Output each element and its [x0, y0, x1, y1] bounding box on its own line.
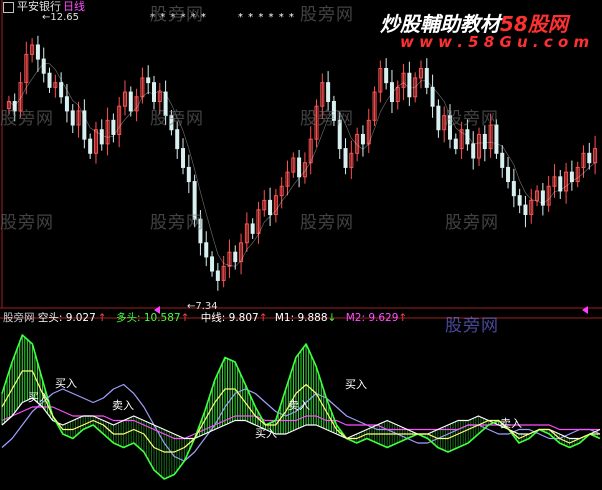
candle-body [517, 195, 522, 206]
candle-body [35, 44, 40, 60]
m2-arrow-icon: ↑ [398, 312, 408, 324]
candle-body [471, 143, 476, 159]
candle-body [268, 199, 273, 216]
stars-row-2: * * * * * * [238, 12, 295, 23]
m1-value: 9.888 [297, 312, 328, 324]
signal-buy-4: 买入 [345, 378, 367, 391]
candle-body [569, 171, 574, 183]
menu-icon[interactable] [3, 1, 14, 13]
candle-body [59, 82, 64, 98]
candle-body [175, 129, 180, 150]
watermark-5: 股旁网 [300, 109, 354, 129]
candle-body [384, 68, 389, 84]
candle-body [436, 105, 441, 131]
m1-label: M1: [274, 312, 295, 324]
signal-buy-3: 买入 [255, 427, 277, 440]
kong-value: 9.027 [65, 312, 96, 324]
candle-body [494, 124, 499, 154]
candle-body [146, 77, 151, 84]
watermark-7: 股旁网 [0, 213, 54, 233]
kong-arrow-icon: ↑ [97, 312, 107, 324]
signal-buy-1: 买入 [28, 391, 50, 404]
candle-body [128, 91, 133, 112]
duo-arrow-icon: ↑ [180, 312, 190, 324]
candle-body [360, 133, 365, 145]
candle-body [41, 58, 46, 74]
candle-body [64, 96, 69, 112]
candle-body [186, 166, 191, 183]
candle-body [511, 181, 516, 197]
watermark-4: 股旁网 [150, 109, 204, 129]
candle-body [482, 133, 487, 150]
m1-arrow-icon: ↓ [327, 312, 337, 324]
watermark-6: 股旁网 [445, 109, 499, 129]
candle-body [204, 242, 209, 258]
m2-value: 9.629 [368, 312, 399, 324]
candle-body [210, 256, 215, 272]
candle-body [587, 152, 592, 164]
candle-body [343, 148, 348, 168]
candle-body [99, 129, 104, 145]
candle-body [424, 68, 429, 88]
kong-label: 空头: [37, 312, 63, 324]
scroll-marker-right[interactable] [582, 306, 588, 314]
mid-value: 9.807 [228, 312, 259, 324]
candle-body [47, 72, 52, 88]
candle-body [326, 82, 331, 102]
candle-body [215, 270, 220, 281]
signal-buy-2: 买入 [55, 377, 77, 390]
candle-body [250, 223, 255, 234]
watermark-11: 股旁网 [445, 316, 499, 336]
moving-average-line [8, 62, 596, 267]
watermark-9: 股旁网 [300, 213, 354, 233]
mid-label: 中线: [200, 312, 226, 324]
signal-sell-2: 卖入 [288, 399, 310, 412]
candle-body [297, 157, 302, 178]
watermark-10: 股旁网 [445, 213, 499, 233]
candle-body [181, 148, 186, 168]
candle-body [152, 82, 156, 102]
m2-label: M2: [345, 312, 365, 324]
high-price-label: ←12.65 [42, 12, 80, 23]
candle-body [88, 138, 93, 154]
duo-label: 多头: [115, 312, 141, 324]
candle-body [233, 251, 238, 263]
candle-body [111, 119, 116, 135]
candle-body [70, 110, 75, 126]
candle-body [500, 152, 505, 168]
candle-body [558, 176, 563, 192]
candle-body [407, 72, 412, 98]
watermark-1: 股旁网 [150, 5, 204, 25]
duo-value: 10.587 [143, 312, 181, 324]
candles-group [6, 35, 598, 291]
brand-url: w w w . 5 8 G u . c o m [400, 33, 590, 51]
candle-body [430, 86, 435, 107]
watermark-3: 股旁网 [0, 109, 54, 129]
mid-arrow-icon: ↑ [258, 312, 268, 324]
watermark-2: 股旁网 [300, 5, 354, 25]
indicator-legend: 股旁网 空头: 9.027 ↑ 多头: 10.587↑ 中线: 9.807↑ M1… [3, 312, 407, 324]
candle-body [523, 204, 528, 216]
signal-sell-1: 卖入 [112, 399, 134, 412]
signal-sell-3: 卖入 [500, 417, 522, 430]
indicator-name: 股旁网 [3, 312, 35, 324]
candle-body [506, 166, 511, 183]
watermark-8: 股旁网 [150, 213, 204, 233]
candle-body [453, 138, 458, 150]
